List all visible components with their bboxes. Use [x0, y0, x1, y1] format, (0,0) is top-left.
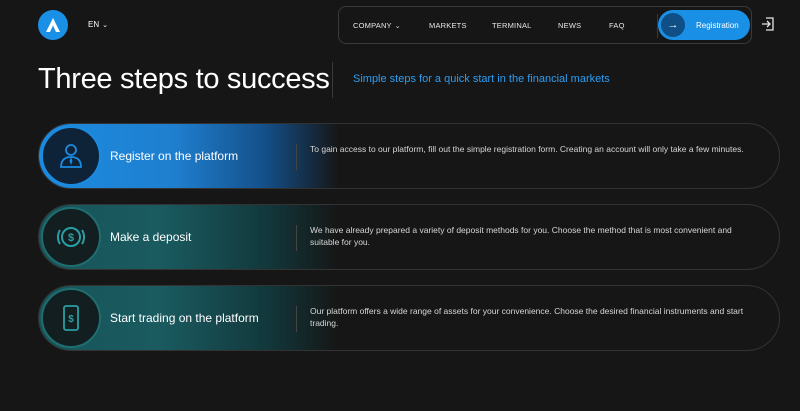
user-profile-icon: [41, 126, 101, 186]
step-card-trading[interactable]: $ Start trading on the platform Our plat…: [38, 285, 780, 351]
title-divider: [332, 62, 333, 98]
step-divider: [296, 306, 297, 332]
login-icon[interactable]: [760, 16, 776, 32]
page-subtitle: Simple steps for a quick start in the fi…: [353, 73, 610, 85]
nav-item-label: FAQ: [609, 21, 625, 30]
step-title: Register on the platform: [110, 149, 239, 163]
chevron-down-icon: ⌄: [102, 21, 108, 29]
svg-text:$: $: [68, 314, 74, 325]
chevron-down-icon: ⌄: [394, 22, 401, 30]
coin-dollar-icon: $: [41, 207, 101, 267]
registration-button[interactable]: → Registration: [658, 10, 750, 40]
svg-text:$: $: [68, 232, 74, 244]
language-label: EN: [88, 20, 100, 29]
step-title: Make a deposit: [110, 230, 192, 244]
nav-item-label: MARKETS: [429, 21, 467, 30]
arrow-right-icon: →: [661, 13, 685, 37]
logo-a-icon: [46, 18, 60, 32]
step-title: Start trading on the platform: [110, 311, 259, 325]
step-divider: [296, 144, 297, 170]
nav-item-faq[interactable]: FAQ: [609, 21, 625, 30]
step-card-register[interactable]: Register on the platform To gain access …: [38, 123, 780, 189]
page-title: Three steps to success: [38, 63, 330, 95]
registration-label: Registration: [696, 20, 739, 30]
nav-item-markets[interactable]: MARKETS: [429, 21, 467, 30]
nav-item-news[interactable]: NEWS: [558, 21, 581, 30]
logo-icon[interactable]: [38, 10, 68, 40]
nav-item-terminal[interactable]: TERMINAL: [492, 21, 532, 30]
step-card-deposit[interactable]: $ Make a deposit We have already prepare…: [38, 204, 780, 270]
step-description: To gain access to our platform, fill out…: [310, 144, 744, 154]
nav-item-label: NEWS: [558, 21, 582, 30]
language-selector[interactable]: EN ⌄: [88, 20, 108, 29]
mobile-dollar-icon: $: [41, 288, 101, 348]
nav-item-company[interactable]: COMPANY ⌄: [353, 21, 401, 30]
nav-item-label: TERMINAL: [492, 21, 532, 30]
step-description: We have already prepared a variety of de…: [310, 225, 732, 247]
step-divider: [296, 225, 297, 251]
main-nav: COMPANY ⌄ MARKETS TERMINAL NEWS FAQ → Re…: [338, 6, 752, 44]
step-description: Our platform offers a wide range of asse…: [310, 306, 744, 328]
nav-item-label: COMPANY: [353, 21, 392, 30]
